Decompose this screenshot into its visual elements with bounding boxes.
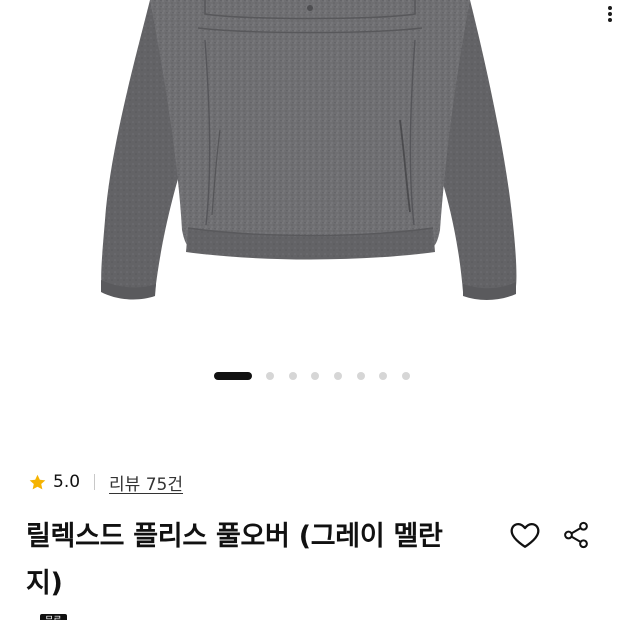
carousel-dot[interactable] [356,372,365,380]
product-title: 릴렉스드 플리스 풀오버 (그레이 멜란지) [26,521,443,599]
rating-value: 5.0 [53,472,81,492]
carousel-dot[interactable] [266,372,274,380]
carousel-dot-active[interactable] [214,372,252,380]
heart-icon [510,522,540,548]
product-photo [101,0,517,300]
product-badge: 무료 [40,614,67,620]
carousel-dot[interactable] [379,372,388,380]
product-detail-page: 5.0 리뷰 75건 릴렉스드 플리스 풀오버 (그레이 멜란지) 무료 [0,0,620,620]
carousel-dot[interactable] [334,372,343,380]
review-count-link[interactable]: 리뷰 75건 [109,470,183,495]
carousel-dot[interactable] [288,372,297,380]
product-image[interactable] [0,0,620,350]
carousel-dot[interactable] [311,372,320,380]
carousel-indicator [214,370,425,382]
carousel-dot[interactable] [402,372,411,380]
rating-divider [94,474,96,490]
rating-row: 5.0 리뷰 75건 [28,470,183,495]
wishlist-button[interactable] [505,515,545,555]
share-button[interactable] [556,515,596,555]
more-vertical-icon[interactable] [606,6,614,22]
star-icon [29,474,46,489]
share-icon [564,521,588,549]
